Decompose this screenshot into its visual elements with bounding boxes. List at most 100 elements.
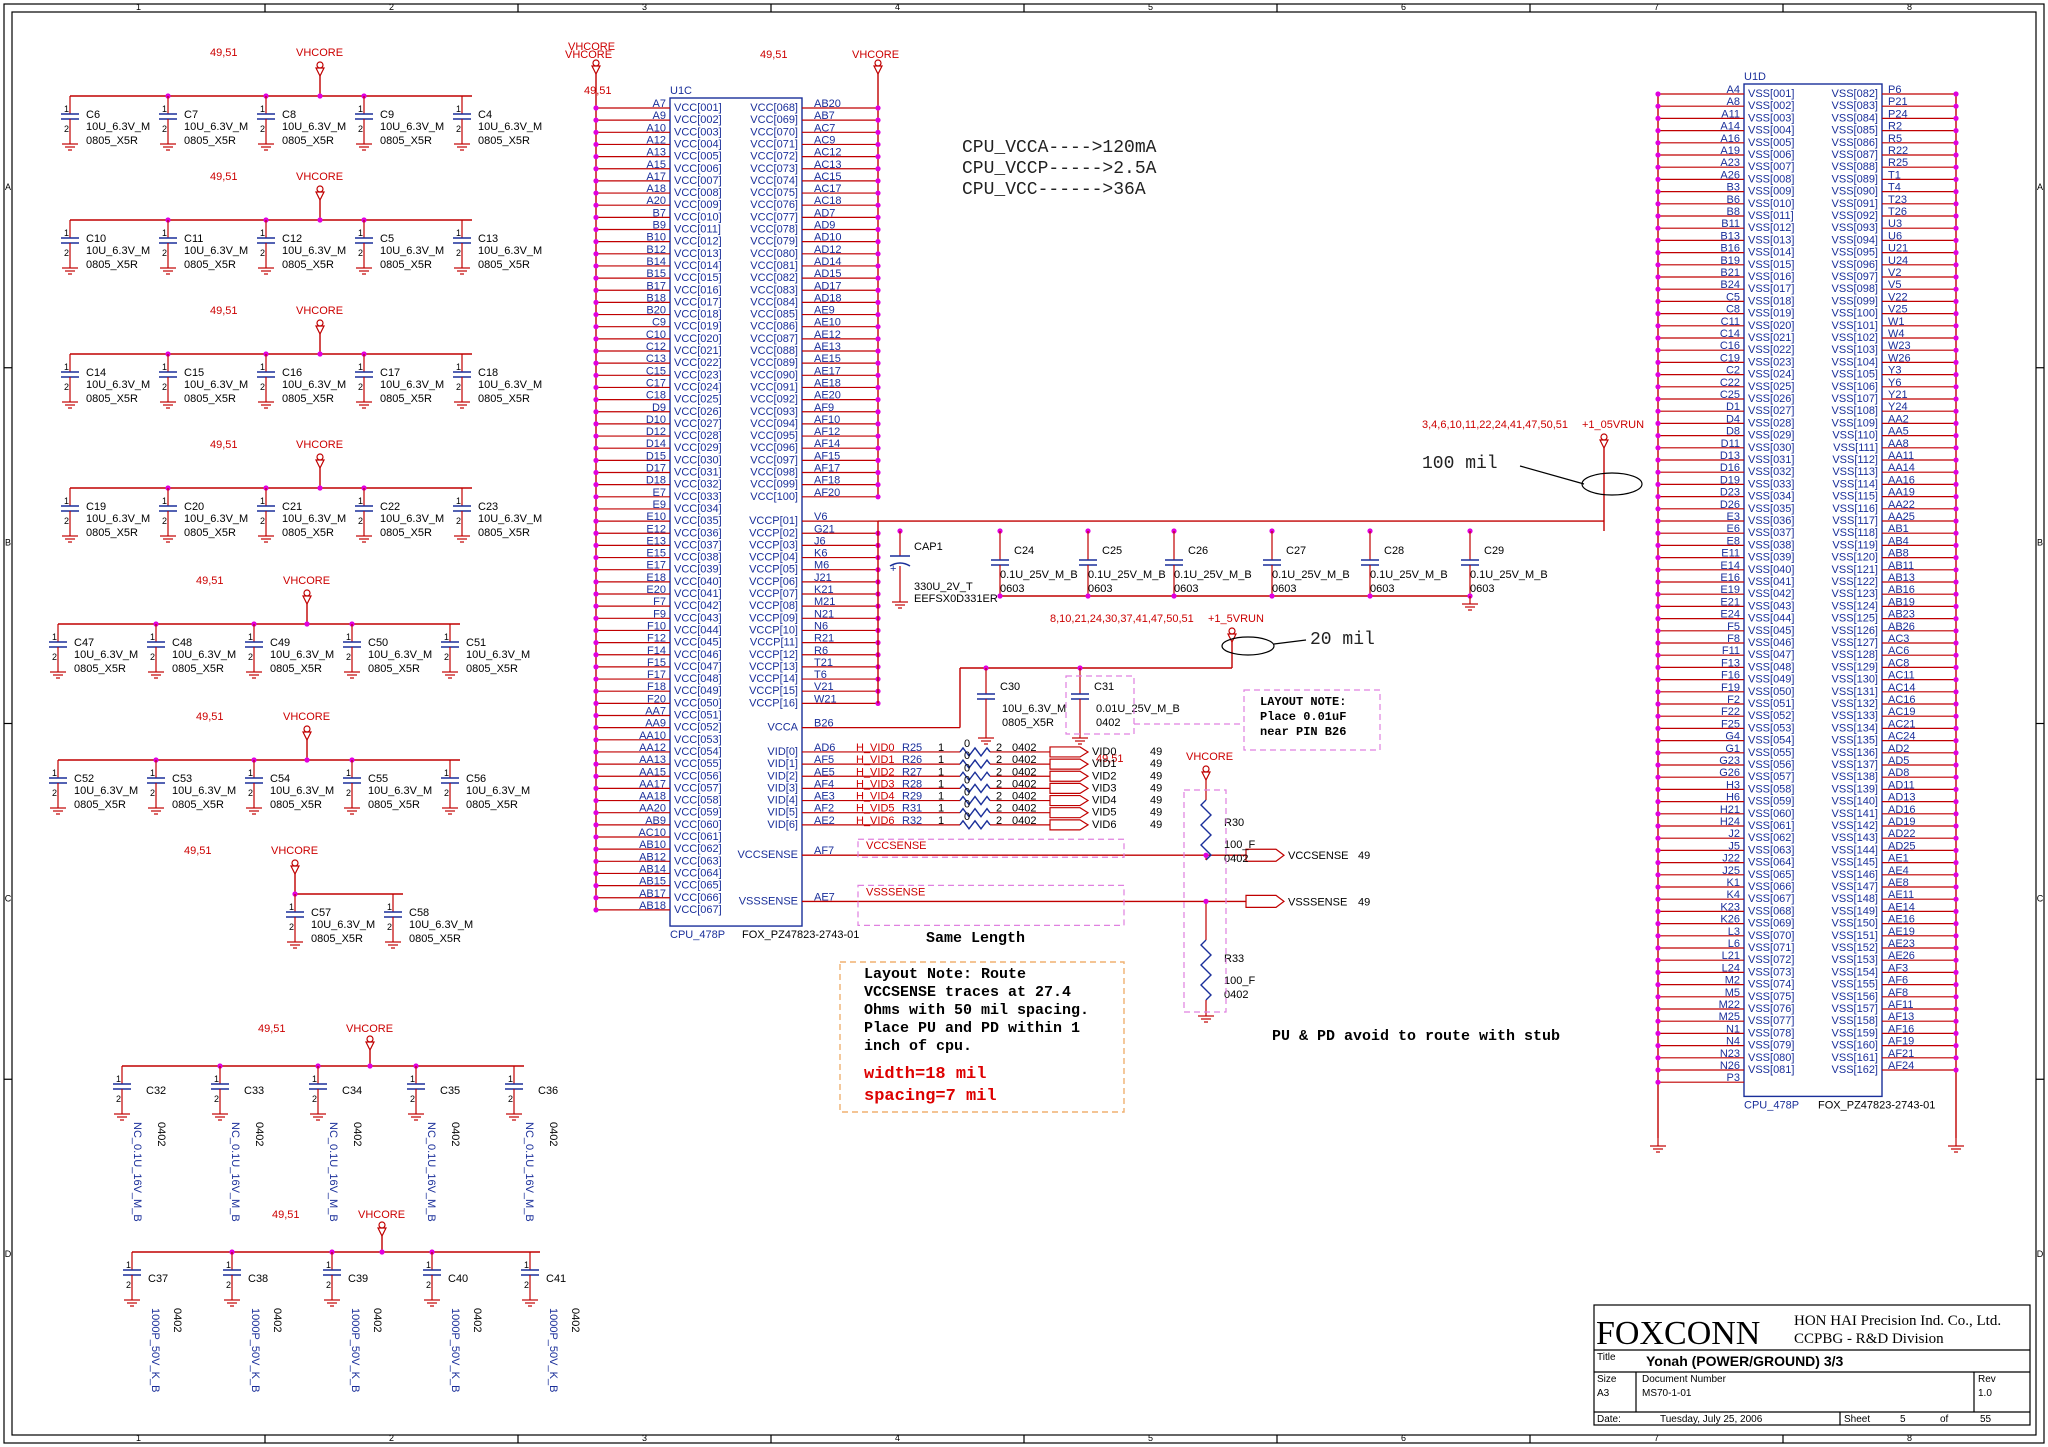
pin-label: VCCP[14] <box>749 673 798 685</box>
junction-dot <box>1953 1006 1959 1012</box>
pin-label: VSS[136] <box>1832 747 1878 759</box>
cap-value: 330U_2V_T <box>914 581 973 593</box>
pin-label: VSS[100] <box>1832 308 1878 320</box>
capacitor-C4: 12 <box>453 96 471 151</box>
pin-number: C2 <box>1726 365 1740 377</box>
pin-number: AA2 <box>1888 413 1909 425</box>
pin-label: VSS[030] <box>1748 442 1794 454</box>
pin-label: VSS[007] <box>1748 161 1794 173</box>
pin-label: VSS[087] <box>1832 149 1878 161</box>
pin-number: AF10 <box>814 414 840 426</box>
pin-label: VID[2] <box>767 770 798 782</box>
junction-dot <box>593 737 599 743</box>
pin-label: VSS[017] <box>1748 283 1794 295</box>
junction-dot <box>1953 445 1959 451</box>
pin-number: V5 <box>1888 279 1901 291</box>
vid-ref: 49 <box>1150 795 1162 807</box>
cap-ref: C36 <box>538 1085 558 1097</box>
cap-pin-2: 2 <box>508 1094 513 1104</box>
current-note-vcc: CPU_VCC------>36A <box>962 180 1146 200</box>
junction-dot <box>1953 982 1959 988</box>
pin-label: VCC[085] <box>750 309 798 321</box>
junction-dot <box>1953 274 1959 280</box>
cap-value: 10U_6.3V_M <box>478 121 542 133</box>
hvid-net: H_VID0 <box>856 742 895 754</box>
pin-number: B7 <box>653 207 666 219</box>
cap-package: 0805_X5R <box>184 393 236 405</box>
pin-label: VCC[037] <box>674 539 722 551</box>
pin-number: E13 <box>646 535 666 547</box>
pin-label: VCC[084] <box>750 296 798 308</box>
junction-dot <box>593 166 599 172</box>
pin-label: VCC[020] <box>674 333 722 345</box>
pin-number: J22 <box>1722 853 1740 865</box>
pin-number: AA22 <box>1888 499 1915 511</box>
cap-ref: C17 <box>380 367 400 379</box>
pin-label: VSS[028] <box>1748 417 1794 429</box>
pin-number: B13 <box>1720 230 1740 242</box>
pin-label: VSS[004] <box>1748 125 1794 137</box>
pin-number: R6 <box>814 645 828 657</box>
cap-group-6: 49,51 VHCORE12C5210U_6.3V_M0805_X5R12C531… <box>49 711 530 815</box>
junction-dot <box>1655 372 1661 378</box>
pin-number: T21 <box>814 657 833 669</box>
ground-symbol <box>62 136 78 151</box>
junction-dot <box>1953 335 1959 341</box>
pin-number: AE4 <box>1888 865 1909 877</box>
capacitor-C37: 12 <box>123 1252 141 1307</box>
pin-number: AE20 <box>814 390 841 402</box>
pin-label: VSS[101] <box>1832 320 1878 332</box>
pin-number: AE14 <box>1888 901 1915 913</box>
net-vhcore: VHCORE <box>358 1209 405 1221</box>
pin-number: D17 <box>646 463 666 475</box>
cap-pin-2: 2 <box>260 382 265 392</box>
cap-value: 10U_6.3V_M <box>282 513 346 525</box>
cap-package: 0402 <box>547 1122 559 1146</box>
mil-20-note: 20 mil <box>1310 630 1375 650</box>
junction-dot <box>1953 603 1959 610</box>
pin-number: B24 <box>1720 279 1740 291</box>
pin-number: T26 <box>1888 206 1907 218</box>
pin-number: P6 <box>1888 84 1901 96</box>
cap-ref: C14 <box>86 367 106 379</box>
junction-dot <box>875 154 881 160</box>
cap-ref: C54 <box>270 773 290 785</box>
pin-label: VCC[070] <box>750 126 798 138</box>
ground-symbol <box>344 800 360 815</box>
junction-dot <box>1953 640 1959 646</box>
pin-number: AD10 <box>814 232 842 244</box>
junction-dot <box>1953 469 1959 475</box>
junction-dot <box>593 482 599 488</box>
junction-dot <box>317 93 323 99</box>
cap-package: 0805_X5R <box>86 135 138 147</box>
pin-label: VSS[143] <box>1832 832 1878 844</box>
schematic-sheet: 1122334455667788A AB BC CD D 49,51 VHCORE12C6… <box>3 2 2045 1444</box>
pin-label: VCC[025] <box>674 394 722 406</box>
junction-dot <box>593 797 599 804</box>
pin-number: D8 <box>1726 426 1740 438</box>
row-label-right: B <box>2037 538 2043 548</box>
cap-ref: C5 <box>380 233 394 245</box>
cap-package: 0402 <box>155 1122 167 1146</box>
net-refs: 49,51 <box>184 845 212 857</box>
pin-label: VCC[047] <box>674 661 722 673</box>
pin-number: E3 <box>1727 511 1740 523</box>
junction-dot <box>1655 91 1661 97</box>
pin-label: VSS[106] <box>1832 381 1878 393</box>
junction-dot <box>593 652 599 658</box>
cap-value: 10U_6.3V_M <box>282 245 346 257</box>
junction-dot <box>1655 689 1661 695</box>
cap-ref: C11 <box>184 233 203 245</box>
pin-label: VSS[021] <box>1748 332 1794 344</box>
pin-label: VCC[071] <box>750 138 798 150</box>
rev-label: Rev <box>1978 1374 1996 1385</box>
ground-symbol <box>62 394 78 409</box>
pin-label: VSS[001] <box>1748 88 1794 100</box>
junction-dot <box>875 457 881 463</box>
pin-number: P21 <box>1888 96 1908 108</box>
pin-label: VCC[063] <box>674 855 722 867</box>
pin-label: VSS[056] <box>1748 759 1794 771</box>
cap-package: 0805_X5R <box>282 259 334 271</box>
junction-dot <box>593 858 599 864</box>
pin-label: VSS[162] <box>1832 1064 1878 1076</box>
